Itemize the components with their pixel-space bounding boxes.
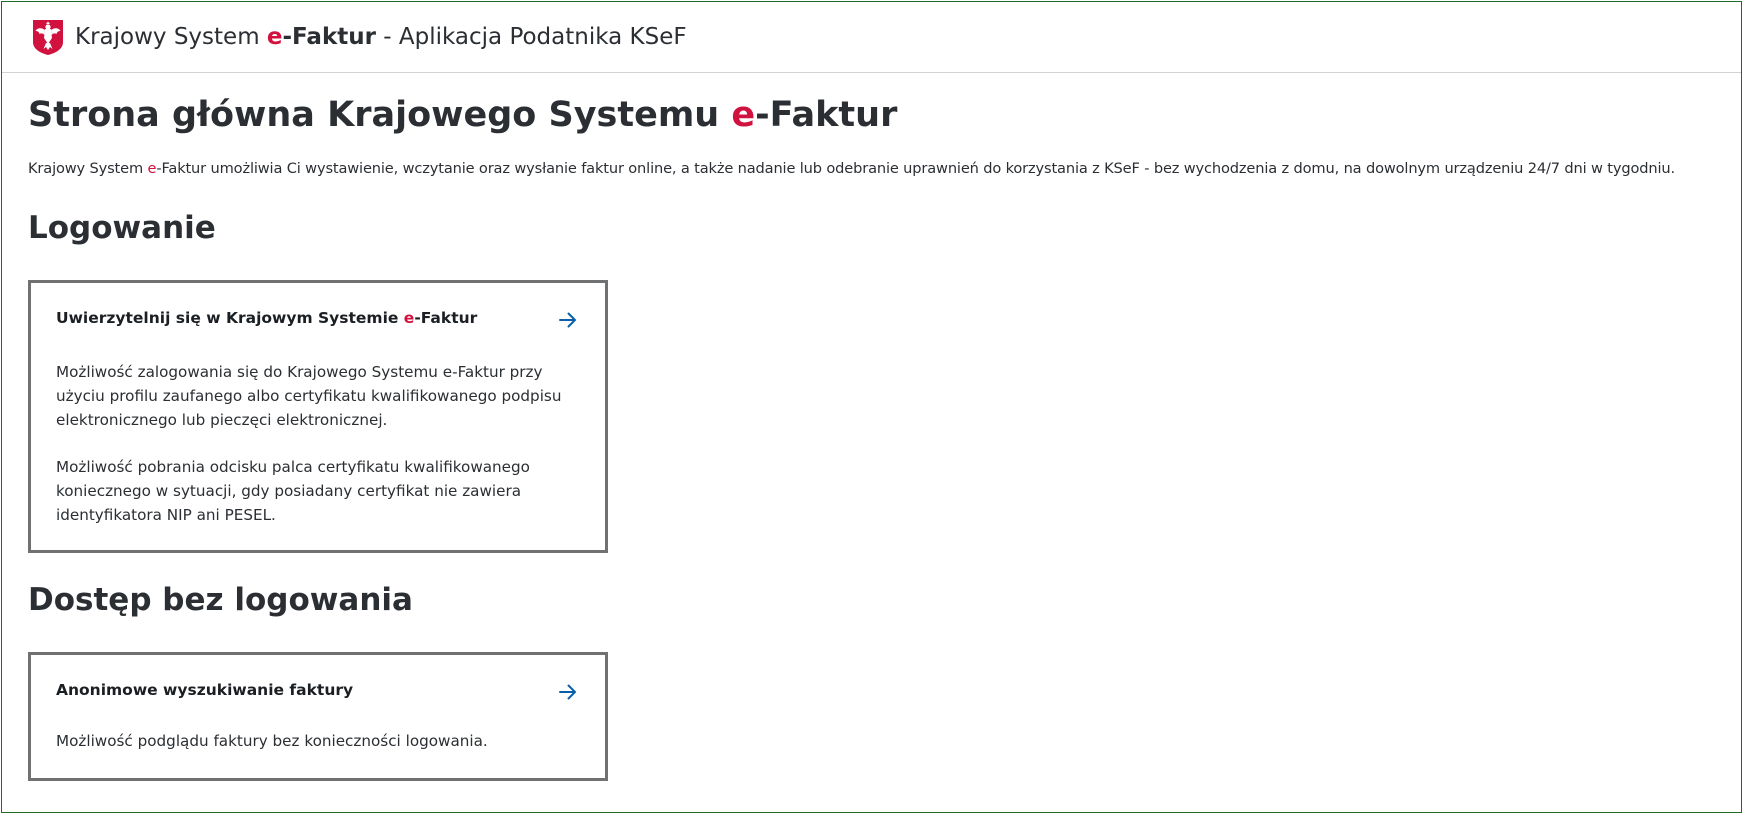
authenticate-card[interactable]: Uwierzytelnij się w Krajowym Systemie e-… xyxy=(28,280,608,553)
arrow-right-icon[interactable] xyxy=(557,309,579,331)
login-section-heading: Logowanie xyxy=(28,210,216,246)
intro-rest: -Faktur umożliwia Ci wystawienie, wczyta… xyxy=(156,160,1675,177)
app-title: Krajowy System e-Faktur - Aplikacja Poda… xyxy=(75,24,687,50)
anonymous-section-heading: Dostęp bez logowania xyxy=(28,582,413,618)
arrow-right-icon[interactable] xyxy=(557,681,579,703)
page-title: Strona główna Krajowego Systemu e-Faktur xyxy=(28,95,897,135)
page-title-prefix: Strona główna Krajowego Systemu xyxy=(28,95,732,135)
authenticate-card-desc1-line3: elektronicznego lub pieczęci elektronicz… xyxy=(56,411,388,429)
polish-eagle-emblem-icon xyxy=(33,20,63,55)
authenticate-card-desc2-line3: identyfikatora NIP ani PESEL. xyxy=(56,506,276,524)
intro-prefix: Krajowy System xyxy=(28,160,148,177)
anonymous-search-card[interactable]: Anonimowe wyszukiwanie faktury Możliwość… xyxy=(28,652,608,781)
page-title-rest: -Faktur xyxy=(755,95,898,135)
authenticate-card-desc1-line2: użyciu profilu zaufanego albo certyfikat… xyxy=(56,387,562,405)
intro-text: Krajowy System e-Faktur umożliwia Ci wys… xyxy=(28,160,1675,177)
anonymous-search-card-description: Możliwość podglądu faktury bez konieczno… xyxy=(56,732,488,750)
authenticate-card-title-prefix: Uwierzytelnij się w Krajowym Systemie xyxy=(56,309,404,327)
anonymous-search-card-title[interactable]: Anonimowe wyszukiwanie faktury xyxy=(56,681,353,699)
authenticate-card-title[interactable]: Uwierzytelnij się w Krajowym Systemie e-… xyxy=(56,309,477,327)
authenticate-card-description-1: Możliwość zalogowania się do Krajowego S… xyxy=(56,360,576,432)
app-title-brand: -Faktur xyxy=(282,24,376,50)
page-title-e: e xyxy=(731,95,756,135)
app-title-prefix: Krajowy System xyxy=(75,24,267,50)
authenticate-card-title-rest: -Faktur xyxy=(414,309,478,327)
authenticate-card-desc1-line1: Możliwość zalogowania się do Krajowego S… xyxy=(56,363,543,381)
authenticate-card-title-e: e xyxy=(403,309,415,327)
authenticate-card-description-2: Możliwość pobrania odcisku palca certyfi… xyxy=(56,455,576,527)
app-title-brand-e: e xyxy=(266,24,283,50)
app-title-suffix: - Aplikacja Podatnika KSeF xyxy=(375,24,687,50)
app-header: Krajowy System e-Faktur - Aplikacja Poda… xyxy=(2,2,1741,73)
authenticate-card-desc2-line2: koniecznego w sytuacji, gdy posiadany ce… xyxy=(56,482,522,500)
authenticate-card-desc2-line1: Możliwość pobrania odcisku palca certyfi… xyxy=(56,458,530,476)
